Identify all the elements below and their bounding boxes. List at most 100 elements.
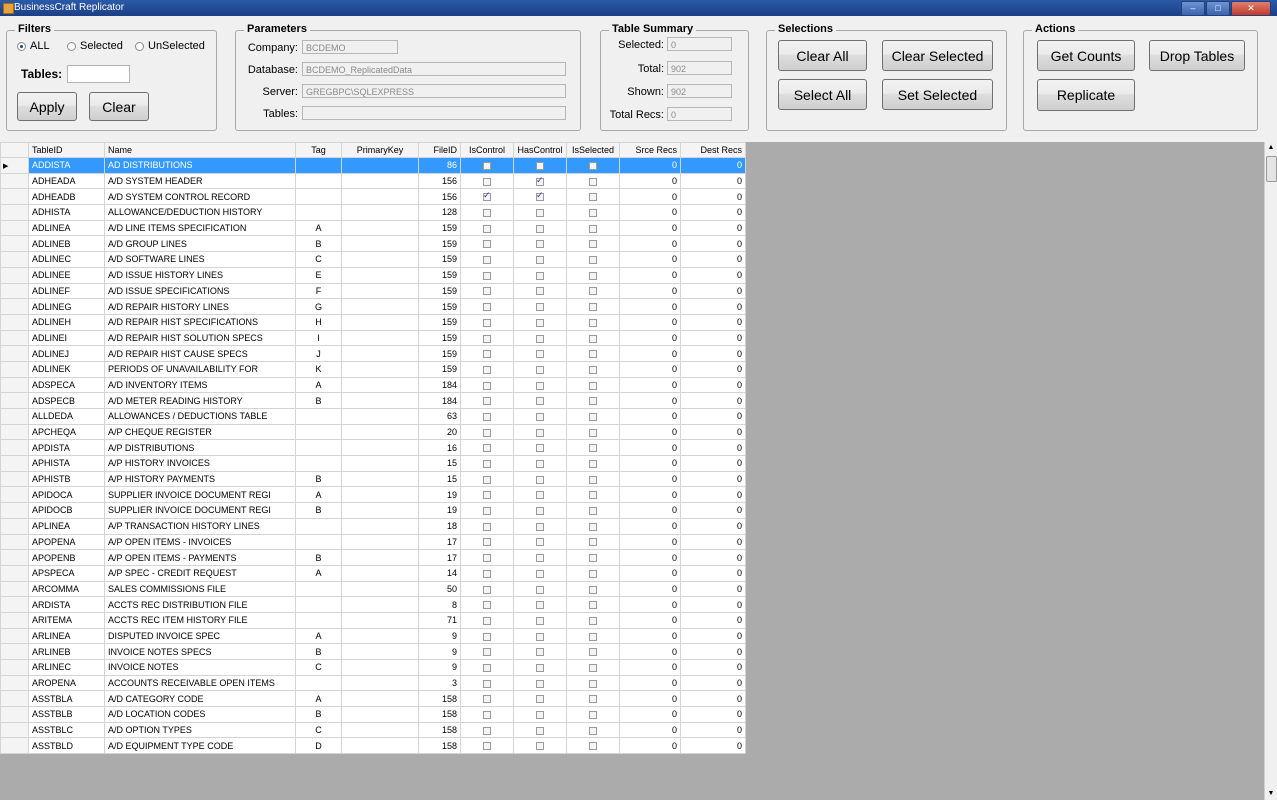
checkbox[interactable] [483,569,491,578]
checkbox[interactable] [536,585,544,594]
close-button[interactable]: ✕ [1231,1,1271,16]
checkbox[interactable] [536,491,544,500]
scroll-up-arrow-icon[interactable]: ▲ [1265,142,1277,154]
checkbox[interactable] [536,522,544,531]
table-row[interactable]: APSPECA A/P SPEC - CREDIT REQUEST A 14 0 0 [0,564,746,582]
checkbox[interactable] [483,742,491,751]
table-row[interactable]: ADLINEC A/D SOFTWARE LINES C 159 0 0 [0,251,746,268]
checkbox[interactable] [483,224,491,233]
checkbox[interactable] [589,460,597,469]
row-header[interactable] [0,564,29,582]
checkbox[interactable] [589,334,597,343]
checkbox[interactable] [483,507,491,516]
minimize-button[interactable]: – [1181,1,1205,16]
row-header[interactable] [0,235,29,253]
checkbox[interactable] [589,491,597,500]
checkbox[interactable] [589,381,597,390]
row-header[interactable] [0,251,29,268]
drop-tables-button[interactable]: Drop Tables [1149,40,1245,71]
row-header[interactable] [0,706,29,723]
col-header-primarykey[interactable]: PrimaryKey [341,142,419,158]
table-row[interactable]: ARCOMMA SALES COMMISSIONS FILE 50 0 0 [0,580,746,598]
table-row[interactable]: APIDOCA SUPPLIER INVOICE DOCUMENT REGI A 19… [0,486,746,504]
table-row[interactable]: ADLINEH A/D REPAIR HIST SPECIFICATIONS H 15… [0,313,746,331]
checkbox[interactable] [483,711,491,720]
checkbox[interactable] [483,695,491,704]
checkbox[interactable] [536,334,544,343]
maximize-button[interactable]: □ [1206,1,1230,16]
row-header[interactable] [0,172,29,190]
checkbox[interactable] [536,695,544,704]
checkbox[interactable] [589,287,597,296]
checkbox[interactable] [536,554,544,563]
checkbox[interactable] [483,679,491,688]
row-header[interactable] [0,659,29,676]
table-row[interactable]: ADHISTA ALLOWANCE/DEDUCTION HISTORY 128 0 0 [0,204,746,221]
checkbox[interactable] [483,460,491,469]
checkbox[interactable] [536,397,544,406]
checkbox[interactable] [589,240,597,249]
col-header-tag[interactable]: Tag [295,142,342,158]
checkbox[interactable] [483,491,491,500]
checkbox[interactable] [483,444,491,453]
checkbox[interactable] [483,397,491,406]
checkbox[interactable] [483,632,491,641]
table-row[interactable]: ▶ ADDISTA AD DISTRIBUTIONS 86 0 0 [0,157,746,174]
row-header[interactable] [0,204,29,221]
col-header-iscontrol[interactable]: IsControl [460,142,514,158]
row-header[interactable] [0,455,29,472]
checkbox[interactable] [536,444,544,453]
checkbox[interactable] [536,318,544,327]
set-selected-button[interactable]: Set Selected [882,79,993,110]
checkbox[interactable] [589,522,597,531]
row-header[interactable] [0,690,29,708]
table-row[interactable]: APIDOCB SUPPLIER INVOICE DOCUMENT REGI B 19… [0,502,746,519]
checkbox[interactable] [589,679,597,688]
checkbox[interactable] [483,538,491,547]
row-header[interactable] [0,392,29,409]
checkbox[interactable] [589,711,597,720]
table-row[interactable]: APDISTA A/P DISTRIBUTIONS 16 0 0 [0,439,746,457]
col-header-name[interactable]: Name [104,142,296,158]
checkbox[interactable] [536,287,544,296]
checkbox[interactable] [483,287,491,296]
row-header[interactable] [0,282,29,300]
checkbox[interactable] [589,601,597,610]
table-row[interactable]: APHISTA A/P HISTORY INVOICES 15 0 0 [0,455,746,472]
checkbox[interactable] [589,475,597,484]
checkbox[interactable] [483,616,491,625]
table-row[interactable]: ASSTBLD A/D EQUIPMENT TYPE CODE D 158 0 0 [0,737,746,755]
checkbox[interactable] [589,412,597,421]
checkbox[interactable] [536,726,544,735]
row-header[interactable] [0,674,29,692]
radio-selected[interactable]: Selected [67,40,123,52]
checkbox[interactable] [483,365,491,374]
checkbox[interactable] [483,334,491,343]
table-row[interactable]: ADLINEE A/D ISSUE HISTORY LINES E 159 0 0 [0,266,746,284]
checkbox[interactable] [483,256,491,265]
row-header[interactable] [0,486,29,504]
table-row[interactable]: ADLINEA A/D LINE ITEMS SPECIFICATION A 159 0… [0,219,746,237]
radio-unselected[interactable]: UnSelected [135,40,205,52]
checkbox[interactable] [483,209,491,218]
row-header[interactable] [0,721,29,739]
checkbox[interactable] [483,412,491,421]
table-row[interactable]: APOPENA A/P OPEN ITEMS - INVOICES 17 0 0 [0,533,746,551]
checkbox[interactable] [536,742,544,751]
grid-vertical-scrollbar[interactable]: ▲ ▼ [1264,142,1277,800]
checkbox[interactable] [483,648,491,657]
col-header-hascontrol[interactable]: HasControl [513,142,567,158]
checkbox[interactable] [589,538,597,547]
checkbox[interactable] [483,303,491,312]
checkbox[interactable] [536,209,544,218]
checkbox[interactable] [483,554,491,563]
checkbox[interactable] [483,350,491,359]
summary-total-recs-field[interactable]: 0 [667,107,732,121]
checkbox[interactable] [536,648,544,657]
get-counts-button[interactable]: Get Counts [1037,40,1135,71]
checkbox[interactable] [536,224,544,233]
checkbox[interactable] [536,428,544,437]
row-header[interactable] [0,423,29,441]
checkbox[interactable] [589,648,597,657]
table-row[interactable]: ADLINEG A/D REPAIR HISTORY LINES G 159 0 0 [0,298,746,315]
